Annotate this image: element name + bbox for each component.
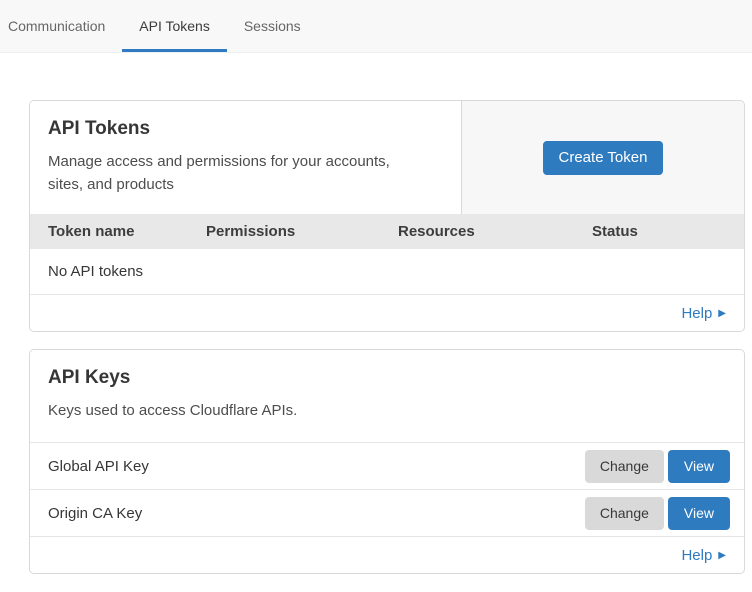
global-api-key-actions: Change View xyxy=(585,450,730,483)
api-tokens-card-header: API Tokens Manage access and permissions… xyxy=(30,101,744,214)
api-tokens-card-header-right: Create Token xyxy=(461,101,744,214)
help-link-label: Help xyxy=(681,547,712,564)
tab-api-tokens[interactable]: API Tokens xyxy=(122,0,227,52)
api-keys-title: API Keys xyxy=(48,367,724,389)
api-tokens-card-header-left: API Tokens Manage access and permissions… xyxy=(30,101,461,214)
create-token-button[interactable]: Create Token xyxy=(543,141,664,175)
table-row: No API tokens xyxy=(30,249,744,295)
global-api-key-change-button[interactable]: Change xyxy=(585,450,664,483)
tab-communication[interactable]: Communication xyxy=(8,0,122,52)
column-status: Status xyxy=(592,223,744,240)
tab-sessions[interactable]: Sessions xyxy=(227,0,318,52)
api-keys-help-link[interactable]: Help ▶ xyxy=(681,547,726,564)
list-item: Origin CA Key Change View xyxy=(30,490,744,537)
api-keys-description: Keys used to access Cloudflare APIs. xyxy=(48,399,418,422)
api-tokens-help-link[interactable]: Help ▶ xyxy=(681,305,726,322)
global-api-key-view-button[interactable]: View xyxy=(668,450,730,483)
api-tokens-help-row: Help ▶ xyxy=(30,295,744,331)
empty-tokens-message: No API tokens xyxy=(48,263,143,280)
api-keys-card-header: API Keys Keys used to access Cloudflare … xyxy=(30,350,744,443)
api-tokens-title: API Tokens xyxy=(48,118,441,140)
arrow-right-icon: ▶ xyxy=(718,550,726,561)
column-resources: Resources xyxy=(398,223,592,240)
origin-ca-key-actions: Change View xyxy=(585,497,730,530)
api-tokens-card: API Tokens Manage access and permissions… xyxy=(29,100,745,332)
token-table-header: Token name Permissions Resources Status xyxy=(30,214,744,249)
column-token-name: Token name xyxy=(48,223,206,240)
origin-ca-key-view-button[interactable]: View xyxy=(668,497,730,530)
list-item: Global API Key Change View xyxy=(30,443,744,490)
help-link-label: Help xyxy=(681,305,712,322)
api-keys-help-row: Help ▶ xyxy=(30,537,744,573)
tab-bar: Communication API Tokens Sessions xyxy=(0,0,752,53)
page-content: API Tokens Manage access and permissions… xyxy=(0,53,752,574)
api-keys-card: API Keys Keys used to access Cloudflare … xyxy=(29,349,745,574)
global-api-key-label: Global API Key xyxy=(48,458,585,475)
column-permissions: Permissions xyxy=(206,223,398,240)
api-tokens-description: Manage access and permissions for your a… xyxy=(48,150,418,196)
origin-ca-key-change-button[interactable]: Change xyxy=(585,497,664,530)
arrow-right-icon: ▶ xyxy=(718,308,726,319)
origin-ca-key-label: Origin CA Key xyxy=(48,505,585,522)
